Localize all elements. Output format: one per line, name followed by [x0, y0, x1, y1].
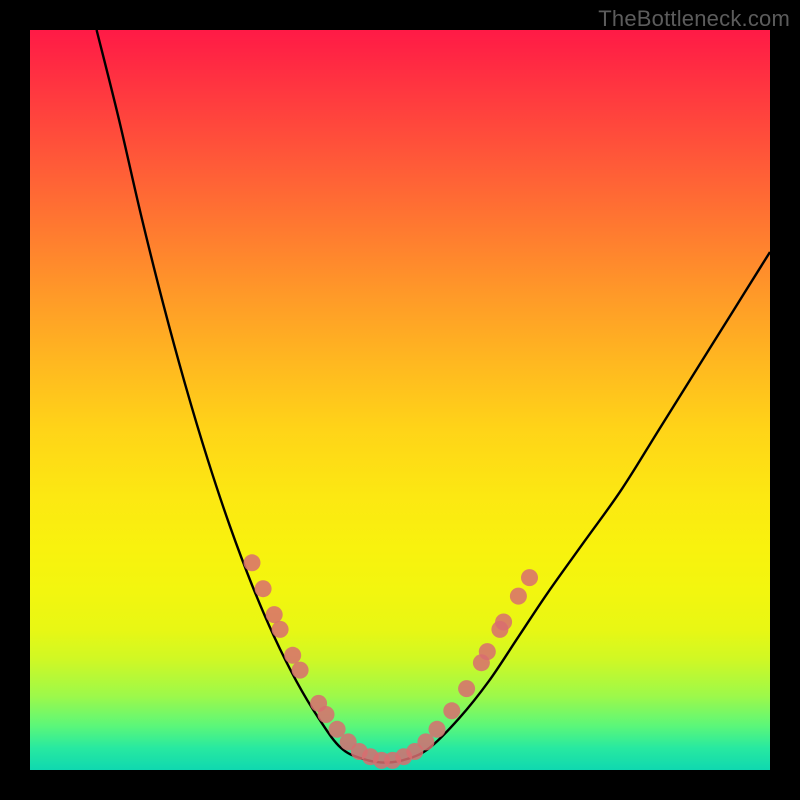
chart-frame: TheBottleneck.com	[0, 0, 800, 800]
curve-markers	[244, 554, 539, 769]
data-point	[458, 680, 475, 697]
data-point	[272, 621, 289, 638]
data-point	[266, 606, 283, 623]
data-point	[479, 643, 496, 660]
data-point	[521, 569, 538, 586]
data-point	[244, 554, 261, 571]
data-point	[292, 662, 309, 679]
data-point	[284, 647, 301, 664]
data-point	[495, 614, 512, 631]
data-point	[510, 588, 527, 605]
bottleneck-curve	[97, 30, 770, 763]
chart-svg	[30, 30, 770, 770]
data-point	[255, 580, 272, 597]
data-point	[318, 706, 335, 723]
data-point	[429, 721, 446, 738]
plot-area	[30, 30, 770, 770]
data-point	[443, 702, 460, 719]
watermark-text: TheBottleneck.com	[598, 6, 790, 32]
curve-lines	[97, 30, 770, 763]
